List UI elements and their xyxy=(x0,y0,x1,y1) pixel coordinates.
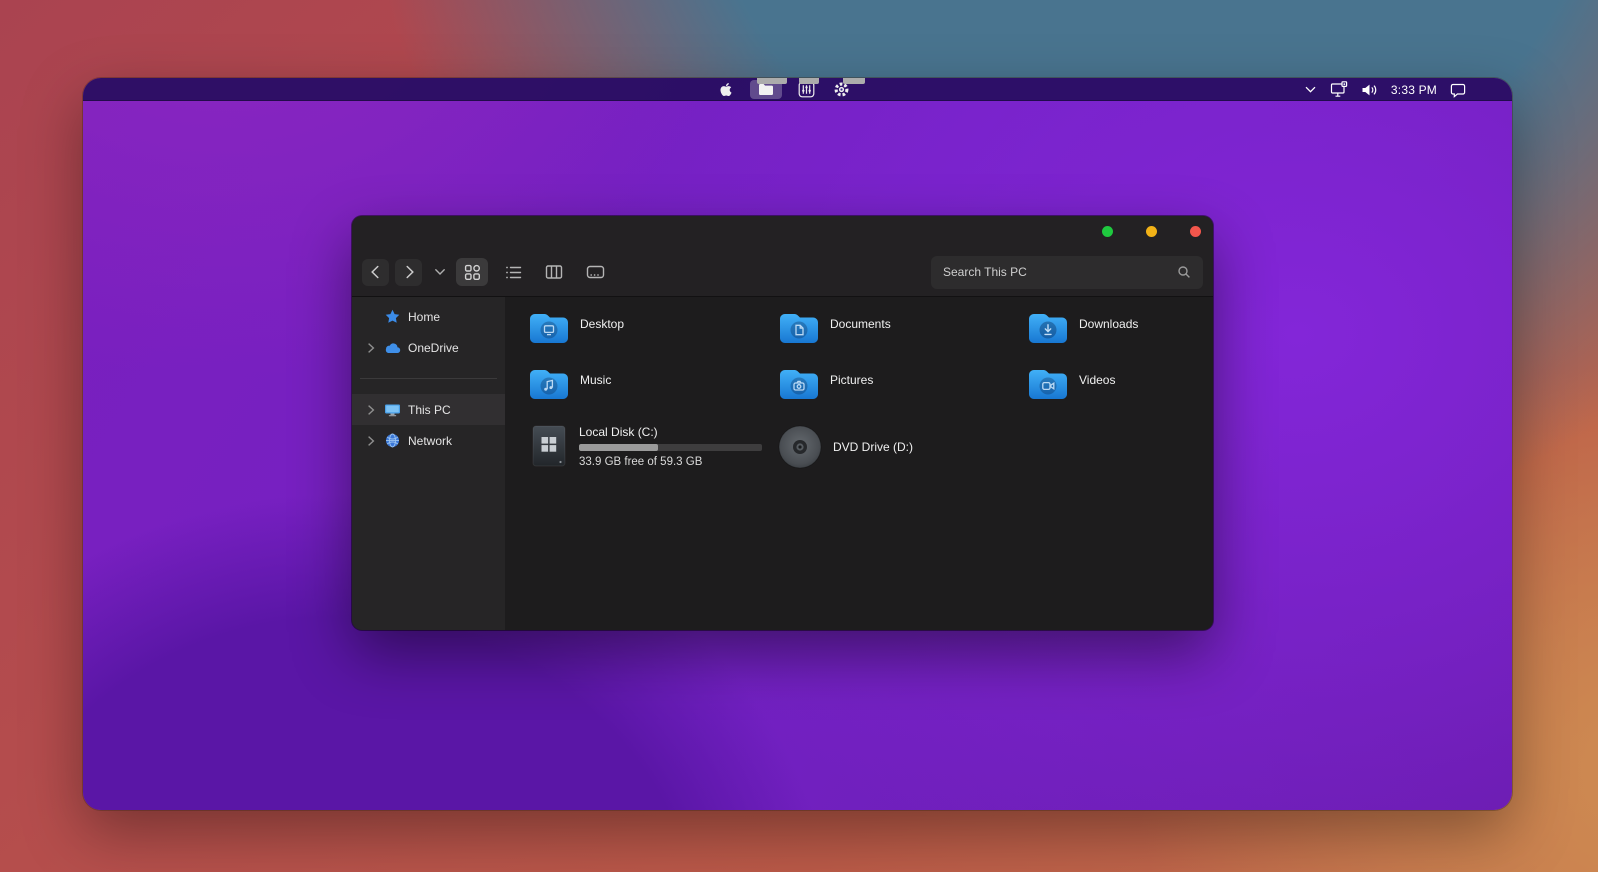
tray-expand-chevron[interactable] xyxy=(1304,85,1317,94)
apple-logo-icon xyxy=(720,82,732,97)
folder-label: Desktop xyxy=(580,317,624,331)
folder-tile-downloads[interactable]: Downloads xyxy=(1026,309,1213,347)
background-window-tab[interactable] xyxy=(799,78,819,84)
documents-folder-icon xyxy=(777,309,821,347)
folder-label: Videos xyxy=(1079,373,1115,387)
hard-drive-icon xyxy=(527,423,571,471)
folder-label: Documents xyxy=(830,317,891,331)
expand-chevron-icon[interactable] xyxy=(364,342,378,354)
folder-tile-music[interactable]: Music xyxy=(527,365,777,403)
sidebar-item-label: Home xyxy=(408,310,440,324)
folder-tile-documents[interactable]: Documents xyxy=(777,309,1026,347)
search-field[interactable] xyxy=(931,256,1203,289)
apple-menu-button[interactable] xyxy=(715,80,737,99)
search-input[interactable] xyxy=(943,265,1177,279)
cloud-icon xyxy=(384,342,401,354)
disk-usage-fill xyxy=(579,444,658,451)
monitor-icon xyxy=(384,403,401,417)
forward-button[interactable] xyxy=(395,259,422,286)
drive-label: Local Disk (C:) xyxy=(579,425,762,439)
videos-folder-icon xyxy=(1026,365,1070,403)
pictures-folder-icon xyxy=(777,365,821,403)
folder-icon xyxy=(758,83,774,96)
columns-view-button[interactable] xyxy=(538,258,570,286)
back-button[interactable] xyxy=(362,259,389,286)
folder-label: Pictures xyxy=(830,373,873,387)
disk-usage-bar xyxy=(579,444,762,451)
sidebar-item-home[interactable]: Home xyxy=(352,301,505,332)
close-traffic-light[interactable] xyxy=(1190,226,1201,237)
background-window-tab[interactable] xyxy=(843,78,865,84)
downloads-folder-icon xyxy=(1026,309,1070,347)
volume-tray-icon[interactable] xyxy=(1361,83,1378,97)
gallery-view-button[interactable] xyxy=(579,258,611,286)
folder-tile-desktop[interactable]: Desktop xyxy=(527,309,777,347)
list-view-button[interactable] xyxy=(497,258,529,286)
expand-chevron-icon[interactable] xyxy=(364,404,378,416)
notification-center-icon[interactable] xyxy=(1450,82,1466,98)
dvd-disc-icon xyxy=(777,424,823,470)
folder-tile-pictures[interactable]: Pictures xyxy=(777,365,1026,403)
desktop: 3:33 PM xyxy=(83,78,1512,810)
search-icon xyxy=(1177,265,1191,279)
drive-tile-local-disk-c[interactable]: Local Disk (C:) 33.9 GB free of 59.3 GB xyxy=(527,423,777,471)
folder-label: Music xyxy=(580,373,611,387)
file-explorer-window: Home OneDrive xyxy=(352,216,1213,630)
folder-label: Downloads xyxy=(1079,317,1138,331)
minimize-traffic-light[interactable] xyxy=(1102,226,1113,237)
globe-icon xyxy=(384,433,401,448)
clock[interactable]: 3:33 PM xyxy=(1391,83,1437,97)
disk-free-space: 33.9 GB free of 59.3 GB xyxy=(579,456,762,468)
grid-view-button[interactable] xyxy=(456,258,488,286)
desktop-folder-icon xyxy=(527,309,571,347)
sidebar: Home OneDrive xyxy=(352,297,505,630)
content-area: Desktop xyxy=(505,297,1213,630)
sidebar-item-label: This PC xyxy=(408,403,451,417)
sidebar-item-network[interactable]: Network xyxy=(352,425,505,456)
sidebar-divider xyxy=(360,378,497,379)
star-icon xyxy=(384,309,401,324)
maximize-traffic-light[interactable] xyxy=(1146,226,1157,237)
network-tray-icon[interactable] xyxy=(1330,81,1348,98)
sidebar-item-onedrive[interactable]: OneDrive xyxy=(352,332,505,363)
drive-tile-dvd-d[interactable]: DVD Drive (D:) xyxy=(777,423,1213,471)
expand-chevron-icon[interactable] xyxy=(364,435,378,447)
background-window-tab[interactable] xyxy=(757,78,787,84)
menu-bar: 3:33 PM xyxy=(83,78,1512,101)
toolbar xyxy=(352,248,1213,296)
folder-tile-videos[interactable]: Videos xyxy=(1026,365,1213,403)
music-folder-icon xyxy=(527,365,571,403)
drive-label: DVD Drive (D:) xyxy=(833,440,913,454)
sidebar-item-label: OneDrive xyxy=(408,341,459,355)
sidebar-item-label: Network xyxy=(408,434,452,448)
title-bar[interactable] xyxy=(352,216,1213,248)
sidebar-item-this-pc[interactable]: This PC xyxy=(352,394,505,425)
recent-locations-chevron[interactable] xyxy=(434,268,446,276)
